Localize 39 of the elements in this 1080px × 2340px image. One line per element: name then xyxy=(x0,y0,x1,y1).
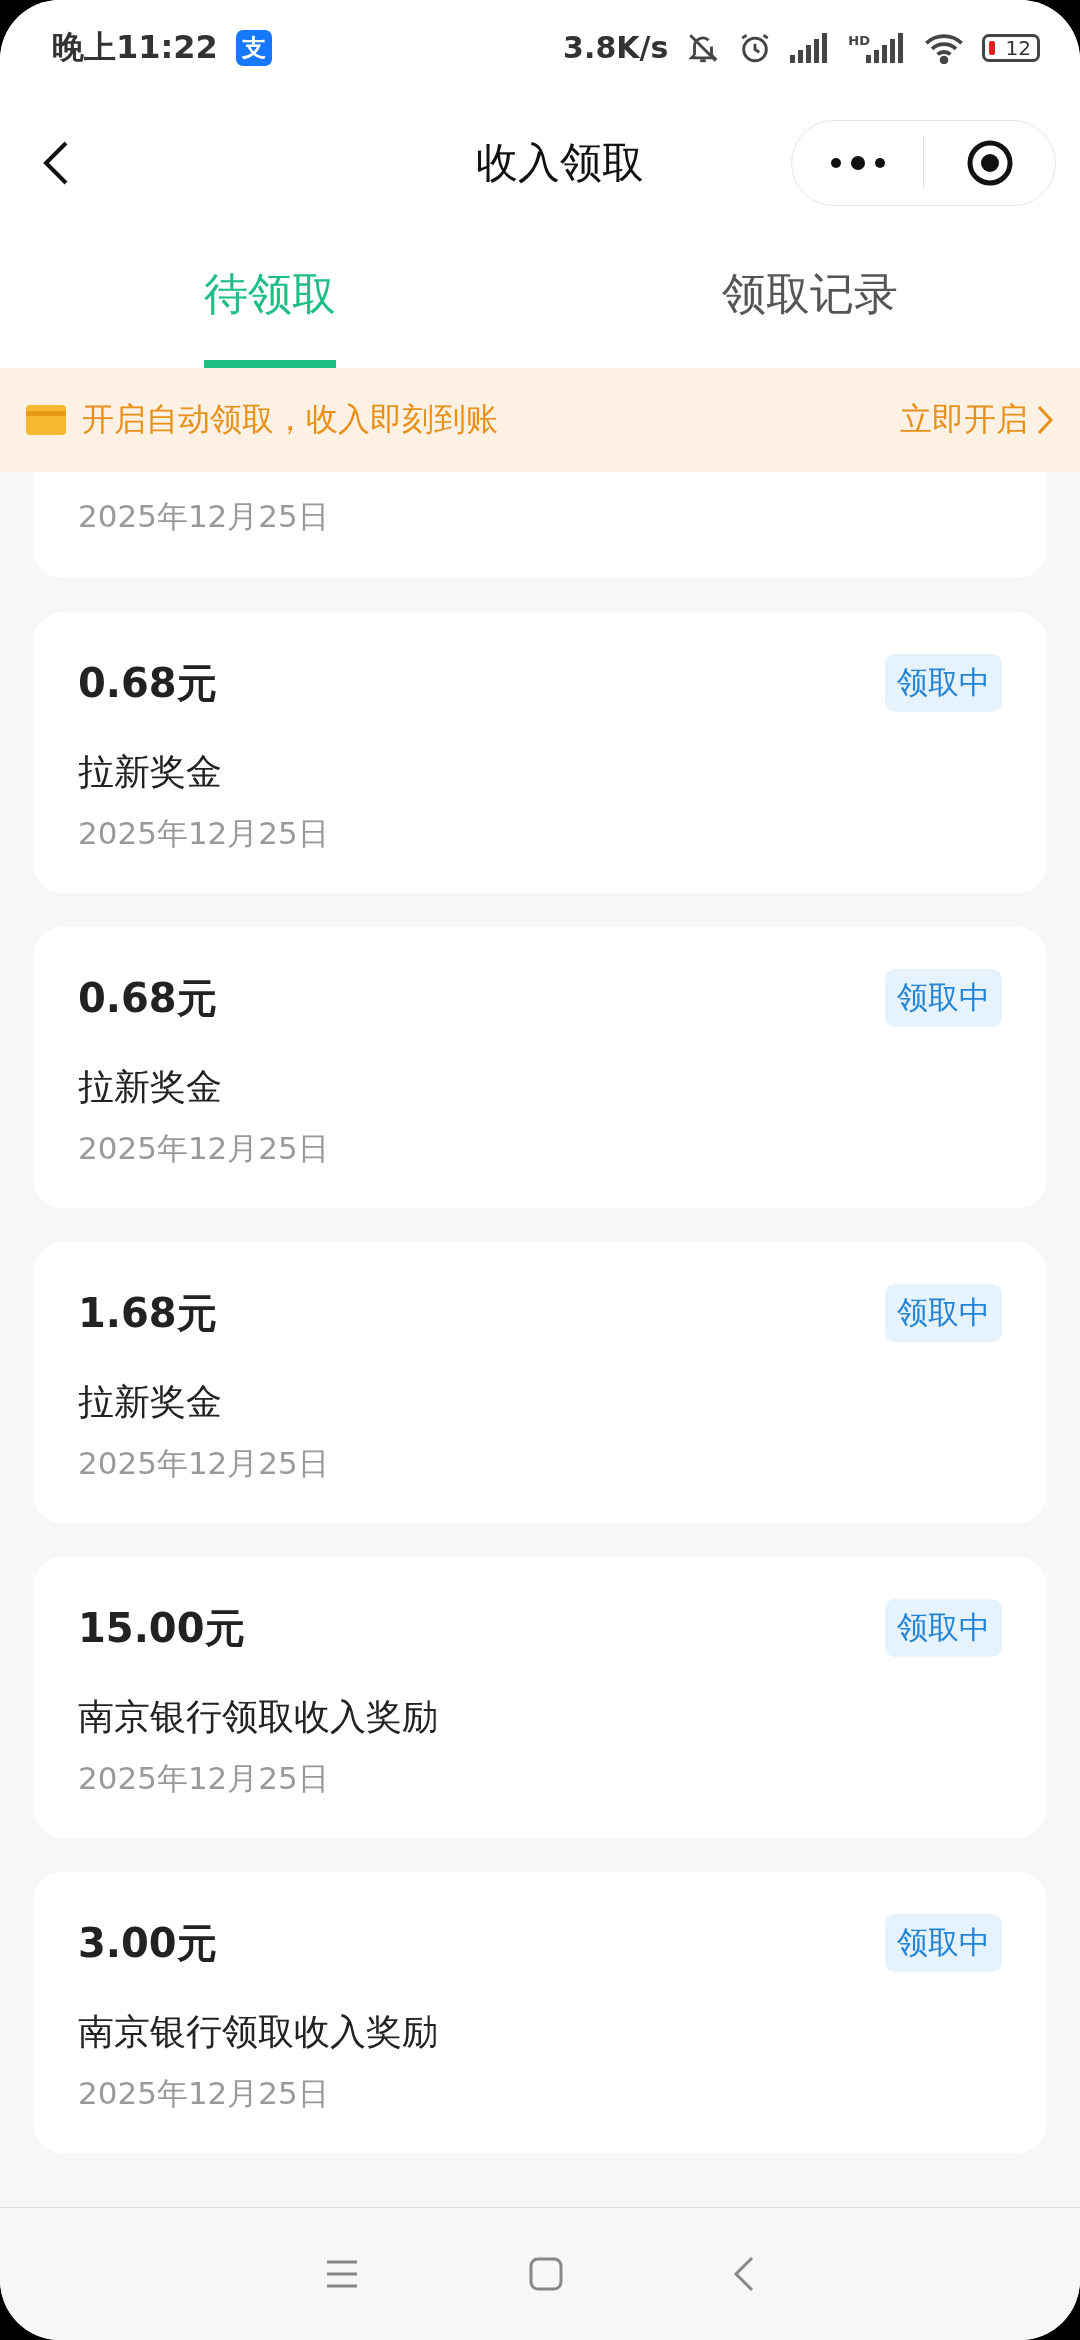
record-card[interactable]: 0.68元 领取中 拉新奖金 2025年12月25日 xyxy=(33,927,1047,1208)
record-amount: 3.00元 xyxy=(78,1918,217,1968)
status-tag: 领取中 xyxy=(885,1284,1002,1342)
battery-indicator: 12 xyxy=(982,33,1040,62)
record-amount: 0.68元 xyxy=(78,658,217,708)
network-speed: 3.8K/s xyxy=(563,30,669,65)
record-card[interactable]: 15.00元 领取中 南京银行领取收入奖励 2025年12月25日 xyxy=(33,1557,1047,1838)
record-date: 2025年12月25日 xyxy=(78,1759,330,1798)
record-card[interactable]: 3.00元 领取中 南京银行领取收入奖励 2025年12月25日 xyxy=(33,1872,1047,2153)
record-name: 拉新奖金 xyxy=(78,750,223,794)
tab[interactable]: 领取记录 xyxy=(540,230,1080,368)
menu-icon[interactable] xyxy=(325,2259,359,2289)
record-date: 2025年12月25日 xyxy=(78,1444,330,1483)
chevron-icon xyxy=(1036,404,1054,436)
page-title: 收入领取 xyxy=(475,136,644,189)
record-name: 南京银行领取收入奖励 xyxy=(78,1695,439,1739)
wifi-icon xyxy=(924,31,964,64)
record-amount: 1.68元 xyxy=(78,1288,217,1338)
record-date: 2025年12月25日 xyxy=(78,497,330,536)
banner-text: 开启自动领取，收入即刻到账 xyxy=(82,399,498,440)
record-card[interactable]: 1.68元 领取中 拉新奖金 2025年12月25日 xyxy=(33,1242,1047,1523)
record-date: 2025年12月25日 xyxy=(78,1129,330,1168)
status-tag: 领取中 xyxy=(885,1914,1002,1972)
home-icon[interactable] xyxy=(529,2257,563,2291)
card-icon xyxy=(26,405,66,435)
status-tag: 领取中 xyxy=(885,969,1002,1027)
hd-label: HD xyxy=(848,32,870,48)
status-tag: 领取中 xyxy=(885,654,1002,712)
status-tag: 领取中 xyxy=(885,1599,1002,1657)
record-name: 拉新奖金 xyxy=(78,1065,223,1109)
record-name: 拉新奖金 xyxy=(78,1380,223,1424)
record-date: 2025年12月25日 xyxy=(78,2074,330,2113)
record-name: 南京银行领取收入奖励 xyxy=(78,2010,439,2054)
record-date: 2025年12月25日 xyxy=(78,814,330,853)
app-badge: 支 xyxy=(235,29,272,66)
record-amount: 0.68元 xyxy=(78,973,217,1023)
record-amount: 15.00元 xyxy=(78,1603,245,1653)
status-time: 晚上11:22 xyxy=(52,26,218,68)
record-card[interactable]: 0.68元 领取中 拉新奖金 2025年12月25日 xyxy=(33,612,1047,893)
